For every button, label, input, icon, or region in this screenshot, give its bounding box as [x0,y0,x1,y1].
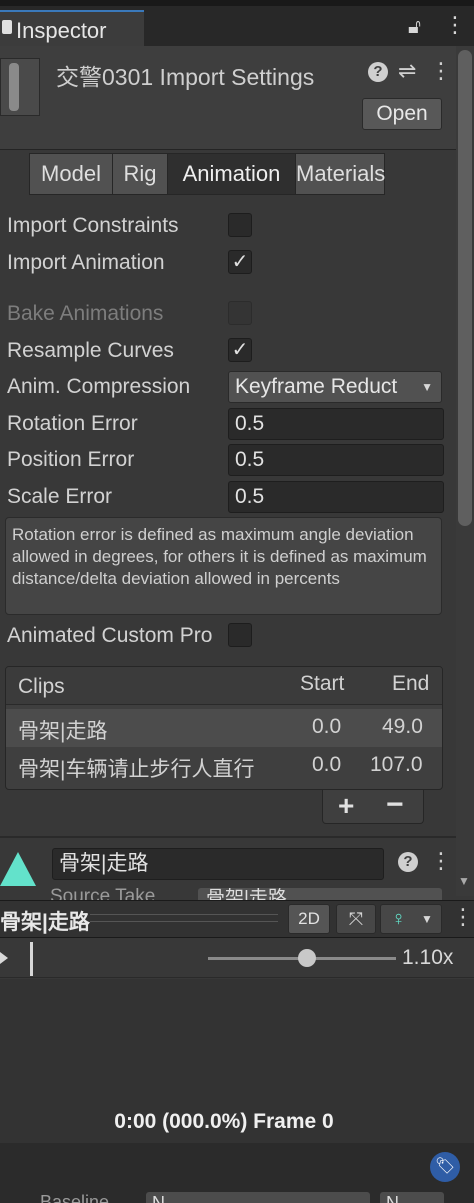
page-title: 交警0301 Import Settings [56,64,315,90]
position-error-field[interactable]: 0.5 [228,444,444,476]
avatar-figure-icon: ♀ [391,908,406,930]
scale-error-label: Scale Error [7,485,113,508]
2d-toggle-button[interactable]: 2D [288,904,330,934]
avatar-selector-button[interactable]: ♀ ▼ [380,904,442,934]
lock-icon[interactable]: 🔓︎ [408,16,421,39]
animated-custom-label: Animated Custom Pro [7,624,213,647]
timeline-cursor[interactable] [30,942,33,976]
clip-start: 0.0 [312,753,342,776]
bake-animations-label: Bake Animations [7,302,164,325]
import-animation-checkbox[interactable]: ✓ [228,250,252,274]
model-figure-icon [9,63,19,111]
preview-drag-handle[interactable] [90,914,278,922]
clip-name-field[interactable]: 骨架|走路 [52,848,384,880]
preset-sliders-icon[interactable]: ⇌ [398,58,416,84]
resample-curves-label: Resample Curves [7,339,174,362]
clip-menu-icon[interactable]: ⋮ [430,848,452,874]
section-divider [0,836,456,838]
scrollbar-thumb[interactable] [458,50,472,526]
animated-custom-checkbox[interactable] [228,623,252,647]
scale-error-field[interactable]: 0.5 [228,481,444,513]
clip-end: 49.0 [382,715,423,738]
inspector-icon [2,20,12,34]
clip-name: 骨架|走路 [18,720,108,743]
bake-animations-checkbox [228,301,252,325]
speed-slider-knob[interactable] [298,949,316,967]
preview-menu-icon[interactable]: ⋮ [452,904,474,930]
add-clip-button[interactable]: + [338,790,354,822]
rotation-error-field[interactable]: 0.5 [228,408,444,440]
clip-row[interactable]: 骨架|走路 0.0 49.0 [6,709,442,747]
source-take-label: Source Take [50,886,156,900]
speed-value: 1.10x [402,946,454,969]
resample-curves-checkbox[interactable]: ✓ [228,338,252,362]
chevron-down-icon: ▼ [421,912,433,926]
anim-compression-label: Anim. Compression [7,375,191,398]
import-animation-label: Import Animation [7,251,165,274]
model-thumbnail [0,58,40,116]
clip-help-icon[interactable]: ? [398,852,418,872]
inspector-header: 交警0301 Import Settings ? ⇌ ⋮ Open [0,46,474,150]
pivot-icon[interactable]: ⤧ [336,904,376,934]
clip-name: 骨架|车辆请止步行人直行 [18,758,255,781]
frame-info: 0:00 (000.0%) Frame 0 [114,1110,334,1133]
help-box: Rotation error is defined as maximum ang… [5,517,442,615]
clips-header-start: Start [300,672,345,695]
import-constraints-label: Import Constraints [7,214,179,237]
bottom-field-2[interactable]: N [380,1192,444,1203]
position-error-label: Position Error [7,448,135,471]
help-icon[interactable]: ? [368,62,388,82]
preview-title: 骨架|走路 [0,911,90,934]
tab-inspector-label: Inspector [16,18,107,43]
clips-header-name: Clips [18,675,65,698]
scroll-down-arrow-icon[interactable]: ▼ [458,874,470,888]
tab-inspector[interactable]: Inspector [0,10,144,46]
remove-clip-button[interactable]: − [386,788,404,822]
clip-start: 0.0 [312,715,342,738]
tab-materials[interactable]: Materials [295,153,385,195]
import-constraints-checkbox[interactable] [228,213,252,237]
clip-row[interactable]: 骨架|车辆请止步行人直行 0.0 107.0 [6,747,442,785]
clips-list: Clips Start End 骨架|走路 0.0 49.0 骨架|车辆请止步行… [5,666,443,790]
clips-header-end: End [392,672,430,695]
tab-model[interactable]: Model [29,153,113,195]
clips-header: Clips Start End [6,667,442,705]
tag-icon[interactable]: 🏷︎ [430,1152,460,1182]
animation-clip-icon [0,852,36,886]
bottom-partial-label: Baseline [40,1192,110,1203]
rotation-error-label: Rotation Error [7,412,138,435]
tab-animation[interactable]: Animation [167,153,296,195]
bottom-field-1[interactable]: N [146,1192,370,1203]
anim-compression-dropdown[interactable]: Keyframe Reduct ▼ [228,371,442,403]
window-menu-icon[interactable]: ⋮ [444,12,466,38]
header-menu-icon[interactable]: ⋮ [430,58,452,84]
play-icon[interactable] [0,952,8,964]
clip-end: 107.0 [370,753,423,776]
tab-rig[interactable]: Rig [112,153,168,195]
chevron-down-icon: ▼ [421,380,433,394]
top-strip [0,0,474,6]
open-button[interactable]: Open [362,98,442,130]
anim-compression-value: Keyframe Reduct [235,375,398,398]
